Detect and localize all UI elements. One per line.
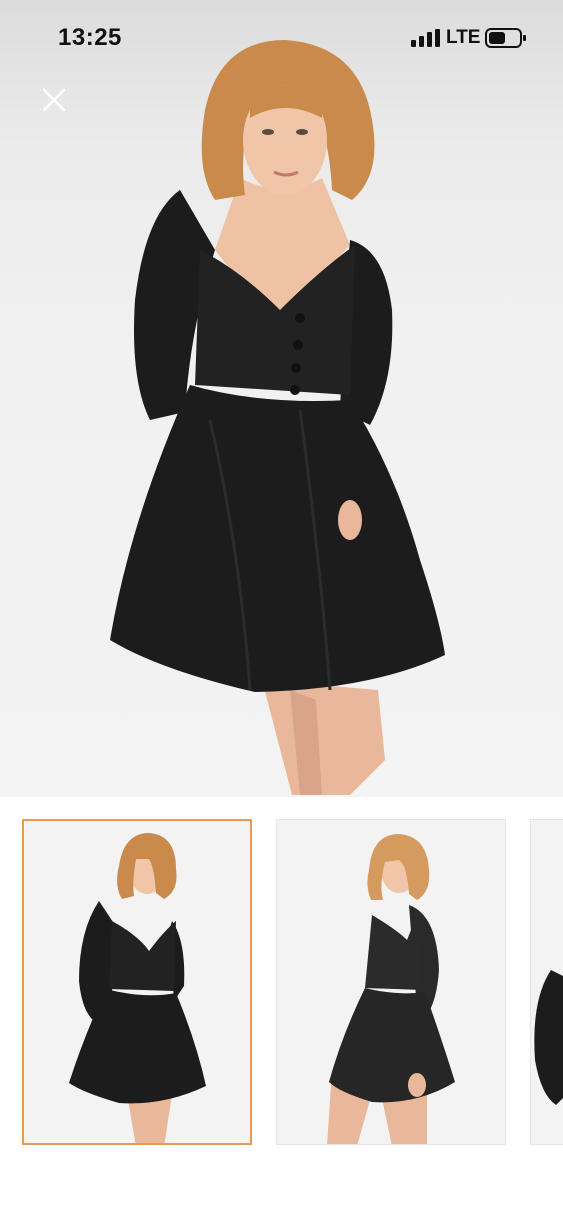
dress-back-thumbnail-image <box>531 820 563 1144</box>
thumbnail-back-partial[interactable] <box>530 819 563 1145</box>
dress-side-thumbnail-image <box>277 820 505 1144</box>
main-product-image: 13:25 LTE <box>0 0 563 797</box>
status-time: 13:25 <box>58 24 122 51</box>
thumbnail-strip[interactable] <box>0 797 563 1219</box>
signal-bars-icon <box>411 29 440 47</box>
close-button[interactable] <box>36 82 72 118</box>
dress-front-thumbnail-image <box>24 821 250 1143</box>
thumbnail-side[interactable] <box>276 819 506 1145</box>
network-type: LTE <box>446 27 481 48</box>
close-icon <box>42 88 66 112</box>
model-photo <box>110 40 445 795</box>
battery-icon <box>485 28 526 48</box>
status-bar: 13:25 LTE <box>0 0 563 76</box>
thumbnail-front[interactable] <box>22 819 252 1145</box>
